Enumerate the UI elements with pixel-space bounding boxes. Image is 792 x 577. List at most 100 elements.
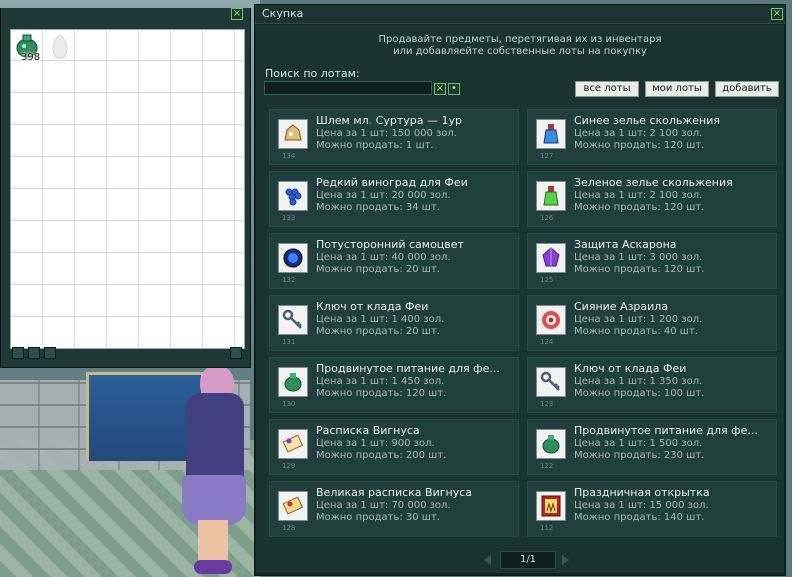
lot-card[interactable]: 130 Продвинутое питание для фе... Цена з… <box>269 357 519 413</box>
player-character[interactable] <box>178 365 248 575</box>
lot-card[interactable]: 126 Зеленое зелье скольжения Цена за 1 ш… <box>527 171 777 227</box>
lot-name: Ключ от клада Феи <box>316 300 429 313</box>
lot-name: Редкий виноград для Феи <box>316 176 468 189</box>
search-clear-button[interactable]: × <box>434 83 446 95</box>
radiance-icon <box>542 311 560 329</box>
inventory-grid[interactable]: 398 <box>10 29 245 349</box>
lot-id: 134 <box>282 152 296 160</box>
lots-list: 134 Шлем мл. Суртура — 1ур Цена за 1 шт:… <box>269 109 779 541</box>
lot-quantity: Можно продать: 120 шт. <box>574 264 705 275</box>
lot-id: 125 <box>540 276 554 284</box>
lot-card[interactable]: 128 Великая расписка Вигнуса Цена за 1 ш… <box>269 481 519 537</box>
lot-name: Защита Аскарона <box>574 238 677 251</box>
lot-price: Цена за 1 шт: 2 100 зол. <box>574 190 703 201</box>
inventory-slot[interactable] <box>45 32 75 62</box>
lot-card[interactable]: 132 Потусторонний самоцвет Цена за 1 шт:… <box>269 233 519 289</box>
lot-quantity: Можно продать: 200 шт. <box>316 450 447 461</box>
empty-egg-icon <box>52 34 68 59</box>
lot-name: Потусторонний самоцвет <box>316 238 464 251</box>
lot-icon-frame <box>278 367 308 397</box>
lot-card[interactable]: 134 Шлем мл. Суртура — 1ур Цена за 1 шт:… <box>269 109 519 165</box>
crystal-icon <box>542 247 560 267</box>
lot-id: 132 <box>282 276 296 284</box>
search-input[interactable] <box>264 81 432 95</box>
inventory-close-button[interactable]: × <box>231 8 243 20</box>
lot-card[interactable]: 129 Расписка Вигнуса Цена за 1 шт: 900 з… <box>269 419 519 475</box>
lot-icon-frame <box>278 119 308 149</box>
lot-id: 130 <box>282 400 296 408</box>
window-close-button[interactable]: × <box>771 8 783 20</box>
key-icon <box>282 309 302 329</box>
lot-quantity: Можно продать: 120 шт. <box>574 202 705 213</box>
lot-icon-frame <box>278 491 308 521</box>
add-lot-button[interactable]: добавить <box>715 81 779 97</box>
lot-name: Великая расписка Вигнуса <box>316 486 472 499</box>
sort-tool-button[interactable] <box>28 347 40 359</box>
lot-price: Цена за 1 шт: 1 350 зол. <box>574 376 703 387</box>
lot-quantity: Можно продать: 34 шт. <box>316 202 440 213</box>
lot-icon-frame <box>278 305 308 335</box>
buyback-window: Скупка × Продавайте предметы, перетягива… <box>254 4 786 576</box>
inventory-slot[interactable]: 398 <box>13 32 43 63</box>
lot-id: 131 <box>282 338 296 346</box>
lot-id: 127 <box>540 152 554 160</box>
lot-id: 124 <box>540 338 554 346</box>
character-leg <box>198 520 228 565</box>
lot-price: Цена за 1 шт: 1 500 зол. <box>574 438 703 449</box>
lot-name: Праздничная открытка <box>574 486 710 499</box>
postcard-icon <box>541 495 561 517</box>
lot-name: Расписка Вигнуса <box>316 424 420 437</box>
lot-name: Ключ от клада Феи <box>574 362 687 375</box>
lot-card[interactable]: 123 Ключ от клада Феи Цена за 1 шт: 1 35… <box>527 357 777 413</box>
lot-card[interactable]: 125 Защита Аскарона Цена за 1 шт: 3 000 … <box>527 233 777 289</box>
lot-icon-frame <box>536 305 566 335</box>
grape-icon <box>285 188 302 206</box>
all-lots-button[interactable]: все лоты <box>575 81 639 97</box>
lot-price: Цена за 1 шт: 900 зол. <box>316 438 435 449</box>
lot-quantity: Можно продать: 20 шт. <box>316 326 440 337</box>
instructions-text: Продавайте предметы, перетягивая их из и… <box>360 34 680 58</box>
lot-card[interactable]: 131 Ключ от клада Феи Цена за 1 шт: 1 40… <box>269 295 519 351</box>
scroll-icon <box>282 434 304 453</box>
instructions-line-2: или добавляейте собственные лоты на поку… <box>393 46 647 57</box>
lot-icon-frame <box>278 429 308 459</box>
lot-card[interactable]: 124 Сияние Азраила Цена за 1 шт: 1 200 з… <box>527 295 777 351</box>
lot-price: Цена за 1 шт: 20 000 зол. <box>316 190 451 201</box>
lot-price: Цена за 1 шт: 15 000 зол. <box>574 500 709 511</box>
pagination: 1/1 <box>484 551 574 569</box>
lot-quantity: Можно продать: 120 шт. <box>574 140 705 151</box>
lot-name: Зеленое зелье скольжения <box>574 176 733 189</box>
lot-card[interactable]: 133 Редкий виноград для Феи Цена за 1 шт… <box>269 171 519 227</box>
lot-name: Продвинутое питание для фе... <box>574 424 758 437</box>
my-lots-button[interactable]: мои лоты <box>645 81 709 97</box>
lot-card[interactable]: 122 Продвинутое питание для фе... Цена з… <box>527 419 777 475</box>
lot-quantity: Можно продать: 140 шт. <box>574 512 705 523</box>
lot-id: 128 <box>282 524 296 532</box>
lot-quantity: Можно продать: 40 шт. <box>574 326 698 337</box>
lot-icon-frame <box>278 181 308 211</box>
lot-price: Цена за 1 шт: 1 450 зол. <box>316 376 445 387</box>
trash-tool-button[interactable] <box>230 347 242 359</box>
window-titlebar[interactable]: Скупка × <box>255 5 785 24</box>
search-label: Поиск по лотам: <box>265 67 360 80</box>
gem-icon <box>283 248 303 268</box>
lot-icon-frame <box>536 429 566 459</box>
lot-icon-frame <box>536 491 566 521</box>
prev-page-icon[interactable] <box>484 555 491 565</box>
lot-price: Цена за 1 шт: 2 100 зол. <box>574 128 703 139</box>
page-indicator: 1/1 <box>500 551 556 569</box>
lot-id: 123 <box>540 400 554 408</box>
lot-card[interactable]: 127 Синее зелье скольжения Цена за 1 шт:… <box>527 109 777 165</box>
lot-quantity: Можно продать: 230 шт. <box>574 450 705 461</box>
lot-icon-frame <box>536 243 566 273</box>
green-potion-icon <box>543 186 559 206</box>
lot-price: Цена за 1 шт: 70 000 зол. <box>316 500 451 511</box>
window-body: Продавайте предметы, перетягивая их из и… <box>256 25 784 573</box>
window-title: Скупка <box>262 7 304 20</box>
search-icon[interactable]: • <box>448 83 460 95</box>
lot-name: Продвинутое питание для фе... <box>316 362 500 375</box>
gift-tool-button[interactable] <box>44 347 56 359</box>
lot-card[interactable]: 112 Праздничная открытка Цена за 1 шт: 1… <box>527 481 777 537</box>
next-page-icon[interactable] <box>562 555 569 565</box>
lock-tool-button[interactable] <box>12 347 24 359</box>
